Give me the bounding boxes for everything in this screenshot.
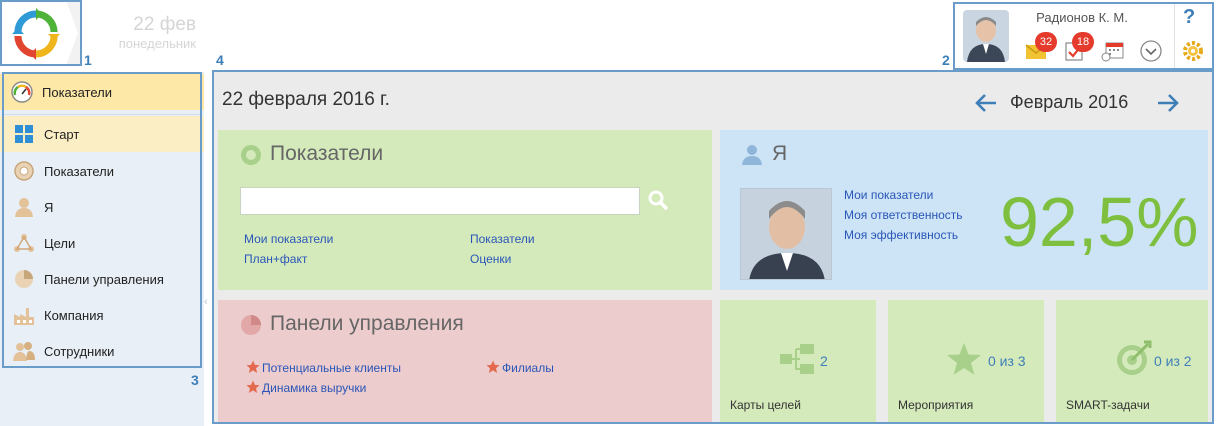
sidebar-item-label: Компания <box>44 307 104 323</box>
sidebar-item-company[interactable]: Компания <box>0 297 204 333</box>
link-my-indicators[interactable]: Мои показатели <box>844 188 933 202</box>
user-panel-divider <box>1174 4 1175 68</box>
pie-tile-icon <box>241 315 261 335</box>
help-button[interactable]: ? <box>1183 6 1195 29</box>
factory-icon <box>12 303 36 327</box>
link-label: Филиалы <box>502 361 554 375</box>
star-icon <box>246 360 260 373</box>
sidebar-header-label: Показатели <box>42 84 112 100</box>
gear-icon[interactable] <box>1181 40 1205 62</box>
app-page: 1 22 фев понедельник Радионов К. М. 32 1… <box>0 0 1218 426</box>
pie-icon <box>12 267 36 291</box>
gauge-icon <box>12 159 36 183</box>
link-my-indicators[interactable]: Мои показатели <box>244 232 333 246</box>
user-photo <box>740 188 832 280</box>
callout-number-4: 4 <box>216 52 224 68</box>
goals-icon <box>12 231 36 255</box>
divider <box>4 114 200 115</box>
callout-number-2: 2 <box>942 52 950 68</box>
dashboards-tile: Панели управления Потенциальные клиенты … <box>218 300 712 422</box>
sidebar-item-pokazateli[interactable]: Показатели <box>0 153 204 189</box>
link-label: Динамика выручки <box>262 381 367 395</box>
goal-map-icon <box>780 344 814 374</box>
prev-month-arrow-icon[interactable] <box>974 90 1000 116</box>
events-count: 0 из 3 <box>988 353 1026 369</box>
user-icon <box>12 195 36 219</box>
callout-number-3: 3 <box>191 372 199 388</box>
link-revenue-dynamics[interactable]: Динамика выручки <box>246 380 366 395</box>
chevron-down-icon[interactable] <box>1139 40 1163 62</box>
link-indicators[interactable]: Показатели <box>470 232 535 246</box>
current-date-block: 22 фев понедельник <box>92 14 196 52</box>
smart-tasks-label: SMART-задачи <box>1066 398 1150 412</box>
sidebar-item-label: Старт <box>44 126 80 142</box>
sidebar-item-label: Панели управления <box>44 271 164 287</box>
sidebar-item-me[interactable]: Я <box>0 189 204 225</box>
star-icon <box>947 343 981 375</box>
sidebar-item-label: Показатели <box>44 163 114 179</box>
link-label: Потенциальные клиенты <box>262 361 401 375</box>
goal-maps-tile[interactable]: 2 Карты целей <box>720 300 876 422</box>
efficiency-percent: 92,5% <box>1000 183 1199 261</box>
gauge-color-icon <box>10 80 34 104</box>
tasks-badge: 18 <box>1072 32 1094 52</box>
next-month-arrow-icon[interactable] <box>1154 90 1180 116</box>
tile-title[interactable]: Я <box>772 142 787 166</box>
sidebar-item-label: Цели <box>44 235 76 251</box>
search-icon[interactable] <box>646 188 670 212</box>
link-my-efficiency[interactable]: Моя эффективность <box>844 228 958 242</box>
tile-title[interactable]: Панели управления <box>270 312 464 336</box>
main-dashboard: 22 февраля 2016 г. Февраль 2016 Показате… <box>214 72 1212 424</box>
goal-maps-count: 2 <box>820 353 828 369</box>
user-tile-icon <box>742 145 762 165</box>
sidebar-item-goals[interactable]: Цели <box>0 225 204 261</box>
sidebar-header[interactable]: Показатели <box>0 74 204 110</box>
month-navigator: Февраль 2016 <box>974 90 1184 116</box>
callout-number-1: 1 <box>84 52 92 68</box>
sidebar-item-dashboards[interactable]: Панели управления <box>0 261 204 297</box>
sidebar: Показатели Старт Показатели Я Цели Панел… <box>0 72 204 426</box>
smart-tasks-count: 0 из 2 <box>1154 353 1192 369</box>
gauge-tile-icon <box>241 145 261 165</box>
link-ratings[interactable]: Оценки <box>470 252 511 266</box>
sidebar-item-label: Я <box>44 199 54 215</box>
link-my-responsibility[interactable]: Моя ответственность <box>844 208 963 222</box>
logo-arrow-divider <box>66 0 82 66</box>
search-input[interactable] <box>240 187 640 215</box>
tiles-icon <box>12 122 36 146</box>
page-title: 22 февраля 2016 г. <box>222 89 390 110</box>
link-potential-clients[interactable]: Потенциальные клиенты <box>246 360 401 375</box>
date-day: 22 фев <box>133 14 196 35</box>
date-weekday: понедельник <box>118 36 196 51</box>
current-month-label: Февраль 2016 <box>1010 92 1129 112</box>
user-name[interactable]: Радионов К. М. <box>1021 10 1143 25</box>
goal-maps-label: Карты целей <box>730 398 801 412</box>
link-branches[interactable]: Филиалы <box>486 360 554 375</box>
collapse-sidebar-handle[interactable]: ‹ <box>204 296 212 318</box>
tile-title[interactable]: Показатели <box>270 142 383 166</box>
sidebar-item-employees[interactable]: Сотрудники <box>0 333 204 369</box>
sidebar-item-start[interactable]: Старт <box>0 116 204 152</box>
target-icon <box>1117 340 1152 375</box>
me-tile: Я Мои показатели Моя ответственность Моя… <box>720 130 1208 290</box>
events-label: Мероприятия <box>898 398 974 412</box>
people-icon <box>12 339 36 363</box>
events-tile[interactable]: 0 из 3 Мероприятия <box>888 300 1044 422</box>
calendar-icon[interactable] <box>1101 40 1125 62</box>
sidebar-item-label: Сотрудники <box>44 343 115 359</box>
logo-icon <box>12 8 60 60</box>
smart-tasks-tile[interactable]: 0 из 2 SMART-задачи <box>1056 300 1208 422</box>
pokazateli-tile: Показатели Мои показатели План+факт Пока… <box>218 130 712 290</box>
link-plan-fact[interactable]: План+факт <box>244 252 307 266</box>
avatar[interactable] <box>963 10 1009 62</box>
star-icon <box>486 360 500 373</box>
messages-badge: 32 <box>1035 32 1057 52</box>
star-icon <box>246 380 260 393</box>
user-panel: Радионов К. М. 32 18 ? <box>955 4 1212 68</box>
